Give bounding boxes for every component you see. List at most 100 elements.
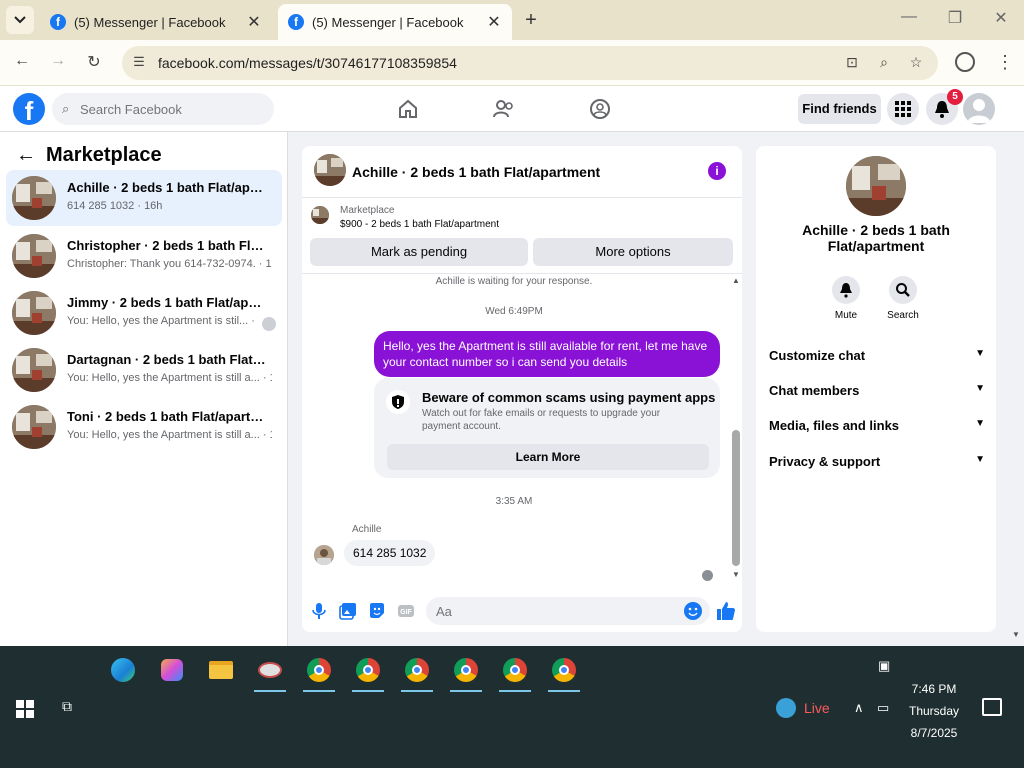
chrome-profile-a-icon[interactable]	[299, 652, 339, 692]
chrome-profile-icon[interactable]	[495, 652, 535, 692]
zoom-icon[interactable]: ⌕	[874, 54, 894, 72]
menu-button[interactable]	[887, 93, 919, 125]
paint-app-icon[interactable]	[250, 652, 290, 692]
page-scroll-down-icon[interactable]: ▼	[1012, 630, 1020, 639]
groups-icon[interactable]	[589, 98, 611, 120]
mark-as-pending-button[interactable]: Mark as pending	[310, 238, 528, 266]
show-hidden-icons-chevron-icon[interactable]: ∧	[854, 700, 864, 716]
chevron-down-icon: ▼	[975, 454, 985, 465]
scrollbar-thumb[interactable]	[732, 430, 740, 566]
profile-avatar[interactable]	[963, 93, 995, 125]
conversation-preview: You: Hello, yes the Apartment is stil...…	[67, 315, 257, 327]
conversation-item[interactable]: Dartagnan · 2 beds 1 bath Flat/apa... Yo…	[6, 342, 282, 398]
scroll-down-icon[interactable]: ▼	[731, 570, 741, 579]
conversation-item[interactable]: Jimmy · 2 beds 1 bath Flat/apart... You:…	[6, 285, 282, 341]
incoming-message: 614 285 1032	[344, 540, 436, 566]
chrome-profile-icon[interactable]	[397, 652, 437, 692]
customize-chat-section[interactable]: Customize chat ▼	[769, 348, 985, 368]
site-info-icon[interactable]: ☰	[130, 54, 148, 72]
browser-menu-icon[interactable]: ⋮	[996, 52, 1014, 72]
edge-app-icon[interactable]	[103, 652, 143, 688]
chevron-down-icon: ▼	[975, 348, 985, 359]
listing-thumbnail[interactable]	[311, 206, 329, 224]
address-bar[interactable]: ☰ facebook.com/messages/t/30746177108359…	[122, 46, 938, 80]
sticker-icon[interactable]	[368, 602, 386, 620]
listing-thumbnail	[12, 176, 56, 220]
chat-header: Achille · 2 beds 1 bath Flat/apartment i	[302, 146, 742, 198]
search-icon	[896, 283, 910, 297]
mute-action[interactable]: Mute	[816, 276, 876, 321]
meet-now-icon[interactable]: ▣	[878, 658, 890, 674]
message-input-box[interactable]	[426, 597, 710, 625]
chat-title[interactable]: Achille · 2 beds 1 bath Flat/apartment	[352, 164, 600, 180]
message-input[interactable]	[436, 602, 666, 620]
url-text: facebook.com/messages/t/3074617710835985…	[158, 55, 457, 71]
forward-button[interactable]: →	[46, 52, 70, 74]
browser-tab-1[interactable]: f (5) Messenger | Facebook ✕	[40, 4, 272, 40]
back-arrow-icon[interactable]: ←	[16, 144, 36, 167]
install-app-icon[interactable]: ⊡	[842, 54, 862, 72]
tab-search-button[interactable]	[6, 6, 34, 34]
conversation-item[interactable]: Christopher · 2 beds 1 bath Flat/ap... C…	[6, 228, 282, 284]
browser-tab-strip: f (5) Messenger | Facebook ✕ f (5) Messe…	[0, 0, 1024, 40]
facebook-search[interactable]: ⌕	[52, 93, 274, 125]
back-button[interactable]: ←	[10, 52, 34, 74]
facebook-favicon-icon: f	[50, 14, 66, 30]
contact-avatar[interactable]	[846, 156, 906, 216]
facebook-logo-icon[interactable]: f	[13, 93, 45, 125]
gif-icon[interactable]: GIF	[397, 602, 415, 620]
copilot-app-icon[interactable]	[152, 652, 192, 688]
chat-members-section[interactable]: Chat members ▼	[769, 383, 985, 403]
bookmark-star-icon[interactable]: ☆	[906, 54, 926, 72]
sender-avatar[interactable]	[314, 545, 334, 565]
live-news-widget[interactable]: Live	[776, 698, 830, 718]
search-input[interactable]	[80, 99, 260, 119]
network-icon[interactable]: ▭	[877, 700, 889, 716]
reload-button[interactable]: ↻	[82, 52, 106, 74]
microphone-icon[interactable]	[310, 602, 328, 620]
chat-scrollbar[interactable]: ▲ ▼	[730, 274, 742, 586]
marketplace-label: Marketplace	[340, 205, 395, 216]
conversation-item[interactable]: Toni · 2 beds 1 bath Flat/apartment You:…	[6, 399, 282, 455]
new-tab-button[interactable]: +	[520, 9, 542, 32]
find-friends-button[interactable]: Find friends	[798, 94, 881, 124]
info-icon[interactable]: i	[708, 162, 726, 180]
friends-icon[interactable]	[493, 98, 515, 120]
scroll-up-icon[interactable]: ▲	[731, 276, 741, 285]
home-icon[interactable]	[397, 98, 419, 120]
photo-icon[interactable]	[339, 602, 357, 620]
read-receipt-icon	[702, 570, 713, 581]
task-view-icon[interactable]: ⧉	[62, 698, 82, 718]
chat-avatar[interactable]	[314, 154, 346, 186]
browser-tab-2[interactable]: f (5) Messenger | Facebook ✕	[278, 4, 512, 40]
close-tab-icon[interactable]: ✕	[486, 12, 502, 32]
restore-button[interactable]: ❐	[940, 8, 970, 28]
thumbs-up-icon[interactable]	[716, 601, 736, 621]
notification-center-icon[interactable]	[982, 698, 1002, 716]
conversation-item[interactable]: Achille · 2 beds 1 bath Flat/apartm... 6…	[6, 170, 282, 226]
conversation-info-panel: Achille · 2 beds 1 bath Flat/apartment M…	[756, 146, 996, 632]
system-clock[interactable]: 7:46 PM Thursday 8/7/2025	[905, 678, 963, 744]
learn-more-button[interactable]: Learn More	[387, 444, 709, 470]
facebook-favicon-icon: f	[288, 14, 304, 30]
chrome-icon[interactable]	[348, 652, 388, 692]
search-label: Search	[887, 310, 919, 321]
chrome-profile-icon[interactable]	[544, 652, 584, 692]
more-options-button[interactable]: More options	[533, 238, 733, 266]
browser-profile-icon[interactable]	[955, 52, 975, 72]
media-files-links-section[interactable]: Media, files and links ▼	[769, 418, 985, 438]
close-tab-icon[interactable]: ✕	[246, 12, 262, 32]
privacy-support-section[interactable]: Privacy & support ▼	[769, 454, 985, 474]
file-explorer-icon[interactable]	[201, 652, 241, 688]
windows-taskbar: ▣ ⧉ Live ∧ ▭ 7:46 PM Thursday 8/7/2025	[0, 646, 1024, 768]
windows-start-icon[interactable]	[16, 700, 34, 718]
conversation-title: Achille · 2 beds 1 bath Flat/apartm...	[67, 180, 267, 195]
minimize-button[interactable]: —	[894, 8, 924, 26]
marketplace-sidebar: ← Marketplace Achille · 2 beds 1 bath Fl…	[0, 132, 288, 646]
search-action[interactable]: Search	[873, 276, 933, 321]
emoji-icon[interactable]	[684, 602, 702, 620]
chrome-profile-icon[interactable]	[446, 652, 486, 692]
close-window-button[interactable]: ✕	[986, 8, 1016, 28]
timestamp: 3:35 AM	[495, 496, 533, 507]
listing-price[interactable]: $900 - 2 beds 1 bath Flat/apartment	[340, 219, 499, 230]
